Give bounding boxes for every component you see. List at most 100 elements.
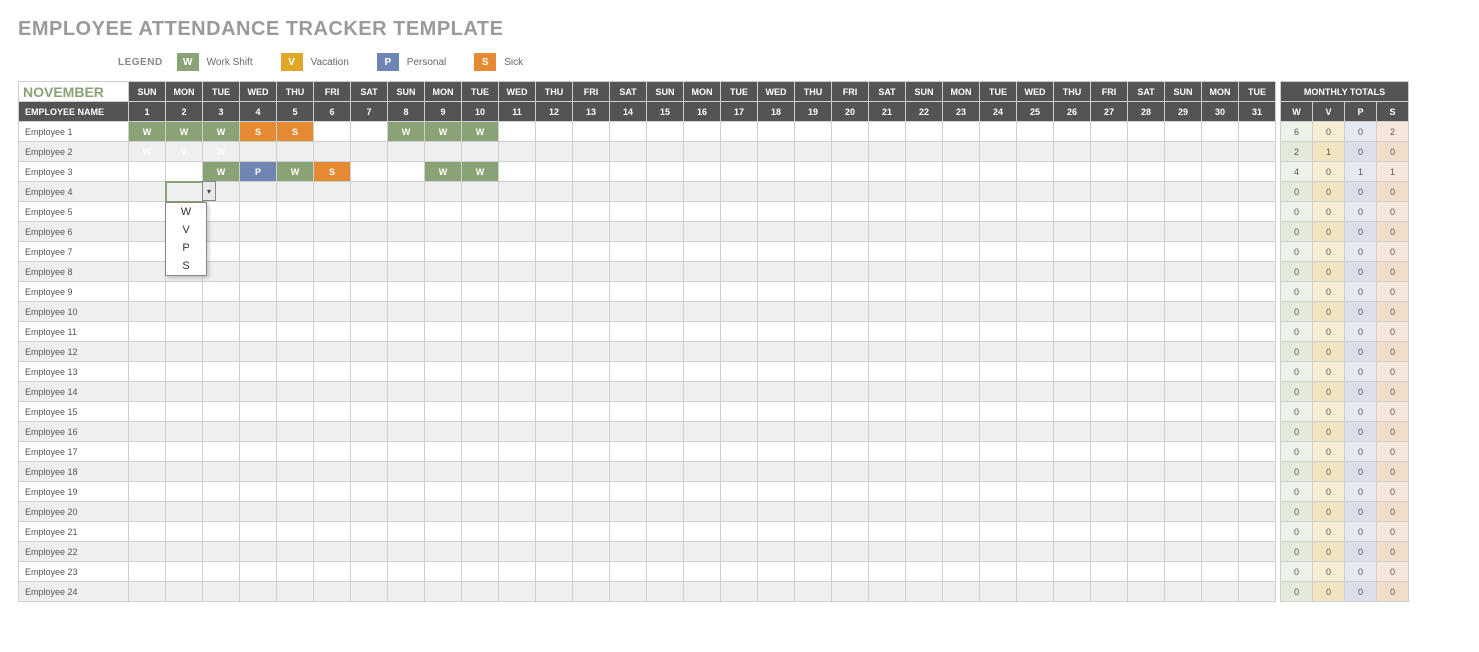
attendance-cell[interactable] — [1017, 182, 1054, 202]
attendance-cell[interactable] — [943, 382, 980, 402]
attendance-cell[interactable] — [1054, 302, 1091, 322]
attendance-cell[interactable] — [536, 502, 573, 522]
attendance-cell[interactable] — [499, 282, 536, 302]
attendance-cell[interactable] — [647, 422, 684, 442]
attendance-cell[interactable] — [277, 222, 314, 242]
attendance-cell[interactable] — [240, 562, 277, 582]
attendance-cell[interactable] — [1054, 502, 1091, 522]
attendance-cell[interactable] — [721, 322, 758, 342]
attendance-cell[interactable] — [1017, 522, 1054, 542]
employee-name-cell[interactable]: Employee 17 — [19, 442, 129, 462]
attendance-cell[interactable] — [684, 162, 721, 182]
attendance-cell[interactable] — [1017, 382, 1054, 402]
attendance-cell[interactable] — [1202, 502, 1239, 522]
attendance-cell[interactable] — [721, 122, 758, 142]
attendance-cell[interactable] — [1017, 202, 1054, 222]
attendance-cell[interactable] — [906, 562, 943, 582]
attendance-cell[interactable] — [647, 142, 684, 162]
attendance-cell[interactable] — [314, 582, 351, 602]
attendance-cell[interactable] — [462, 482, 499, 502]
attendance-cell[interactable] — [906, 362, 943, 382]
attendance-cell[interactable] — [758, 282, 795, 302]
attendance-cell[interactable] — [832, 302, 869, 322]
attendance-cell[interactable] — [351, 542, 388, 562]
attendance-cell[interactable] — [425, 482, 462, 502]
attendance-cell[interactable] — [869, 502, 906, 522]
attendance-cell[interactable] — [684, 502, 721, 522]
attendance-cell[interactable] — [832, 262, 869, 282]
attendance-cell[interactable] — [499, 142, 536, 162]
attendance-cell[interactable] — [240, 422, 277, 442]
attendance-cell[interactable] — [684, 582, 721, 602]
attendance-cell[interactable] — [721, 582, 758, 602]
attendance-cell[interactable] — [1128, 122, 1165, 142]
attendance-cell[interactable] — [684, 342, 721, 362]
attendance-cell[interactable] — [1165, 282, 1202, 302]
attendance-cell[interactable] — [425, 282, 462, 302]
attendance-cell[interactable] — [980, 562, 1017, 582]
attendance-cell[interactable] — [277, 422, 314, 442]
attendance-cell[interactable] — [1091, 222, 1128, 242]
attendance-cell[interactable] — [906, 442, 943, 462]
attendance-cell[interactable] — [647, 262, 684, 282]
attendance-cell[interactable] — [129, 422, 166, 442]
dropdown-list[interactable]: WVPS — [165, 202, 207, 276]
attendance-cell[interactable]: W — [203, 122, 240, 142]
attendance-cell[interactable] — [943, 582, 980, 602]
attendance-cell[interactable] — [610, 422, 647, 442]
attendance-cell[interactable] — [832, 322, 869, 342]
attendance-cell[interactable] — [203, 402, 240, 422]
employee-name-cell[interactable]: Employee 18 — [19, 462, 129, 482]
attendance-cell[interactable] — [758, 322, 795, 342]
attendance-cell[interactable] — [129, 302, 166, 322]
attendance-cell[interactable] — [647, 402, 684, 422]
attendance-cell[interactable] — [536, 302, 573, 322]
attendance-cell[interactable] — [906, 522, 943, 542]
attendance-cell[interactable] — [1128, 342, 1165, 362]
attendance-cell[interactable] — [1017, 282, 1054, 302]
attendance-cell[interactable] — [758, 542, 795, 562]
attendance-cell[interactable] — [536, 342, 573, 362]
attendance-cell[interactable] — [129, 522, 166, 542]
attendance-cell[interactable] — [1202, 322, 1239, 342]
attendance-cell[interactable] — [906, 182, 943, 202]
attendance-cell[interactable] — [832, 402, 869, 422]
attendance-cell[interactable] — [573, 402, 610, 422]
attendance-cell[interactable] — [573, 322, 610, 342]
attendance-cell[interactable] — [1239, 182, 1276, 202]
attendance-cell[interactable] — [314, 362, 351, 382]
attendance-cell[interactable] — [721, 222, 758, 242]
attendance-cell[interactable] — [832, 582, 869, 602]
attendance-cell[interactable] — [684, 462, 721, 482]
attendance-cell[interactable] — [388, 342, 425, 362]
attendance-cell[interactable] — [758, 162, 795, 182]
attendance-cell[interactable] — [351, 362, 388, 382]
attendance-cell[interactable] — [499, 362, 536, 382]
attendance-cell[interactable] — [314, 402, 351, 422]
attendance-cell[interactable] — [462, 202, 499, 222]
attendance-cell[interactable] — [1202, 342, 1239, 362]
attendance-cell[interactable] — [573, 122, 610, 142]
attendance-cell[interactable] — [499, 542, 536, 562]
attendance-cell[interactable]: S — [277, 122, 314, 142]
attendance-cell[interactable] — [314, 182, 351, 202]
attendance-cell[interactable] — [314, 502, 351, 522]
attendance-cell[interactable] — [869, 162, 906, 182]
attendance-cell[interactable] — [1017, 502, 1054, 522]
attendance-cell[interactable]: W — [462, 162, 499, 182]
attendance-cell[interactable] — [351, 342, 388, 362]
attendance-cell[interactable] — [314, 262, 351, 282]
attendance-cell[interactable] — [240, 282, 277, 302]
attendance-cell[interactable] — [425, 502, 462, 522]
attendance-cell[interactable] — [647, 382, 684, 402]
attendance-cell[interactable] — [277, 142, 314, 162]
attendance-cell[interactable] — [425, 182, 462, 202]
attendance-cell[interactable] — [166, 462, 203, 482]
attendance-cell[interactable]: W — [166, 122, 203, 142]
attendance-cell[interactable] — [314, 342, 351, 362]
employee-name-cell[interactable]: Employee 14 — [19, 382, 129, 402]
attendance-cell[interactable] — [832, 182, 869, 202]
attendance-cell[interactable] — [795, 142, 832, 162]
attendance-cell[interactable] — [536, 162, 573, 182]
attendance-cell[interactable] — [536, 322, 573, 342]
